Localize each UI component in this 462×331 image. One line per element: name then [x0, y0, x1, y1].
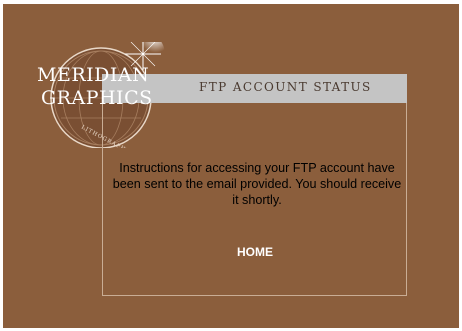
brand-name-line2: GRAPHICS: [41, 87, 153, 109]
status-message: Instructions for accessing your FTP acco…: [112, 161, 402, 207]
page-title: FTP ACCOUNT STATUS: [199, 80, 372, 94]
home-link[interactable]: HOME: [222, 245, 288, 259]
brand-name-line1: MERIDIAN: [37, 64, 150, 86]
brand-logo-text: MERIDIAN GRAPHICS: [37, 64, 153, 110]
page-background: LITHOGRAPHY FTP ACCOUNT STATUS MERIDIAN …: [3, 4, 459, 328]
